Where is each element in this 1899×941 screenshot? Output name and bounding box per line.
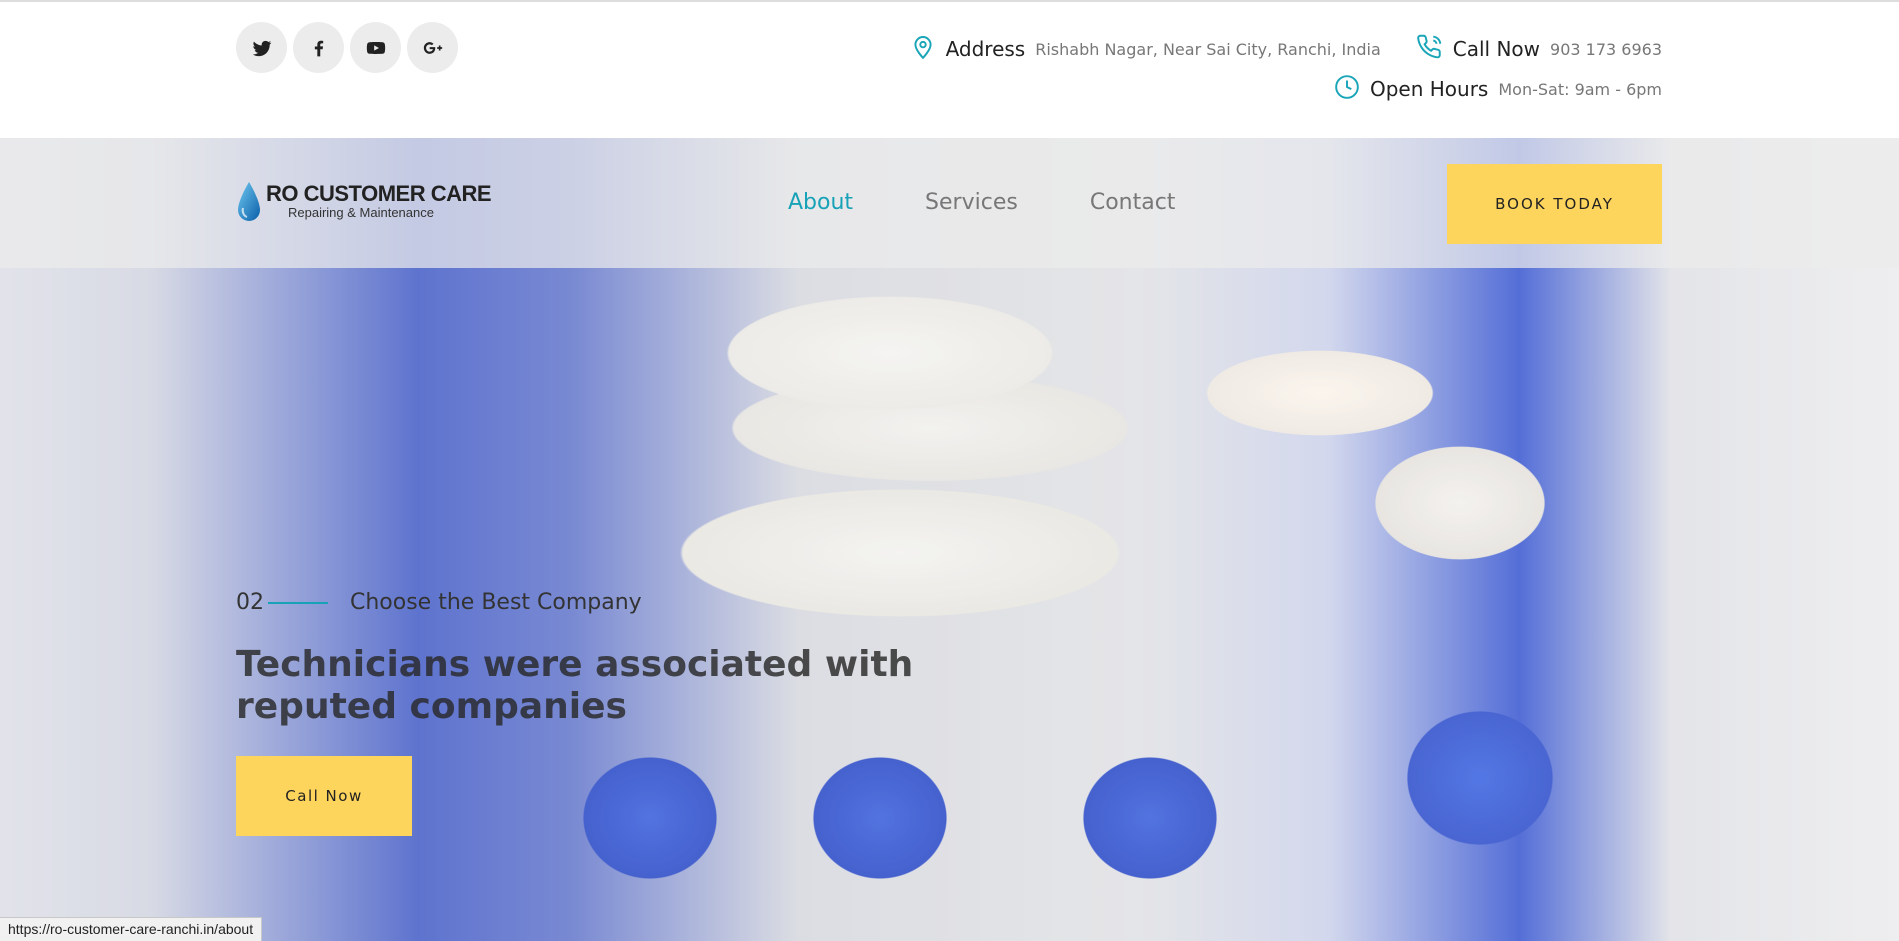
primary-nav: About Services Contact [788,190,1175,215]
twitter-link[interactable] [236,22,287,73]
social-links [236,22,458,73]
address-value: Rishabh Nagar, Near Sai City, Ranchi, In… [1035,39,1381,59]
nav-item-contact[interactable]: Contact [1090,190,1176,215]
facebook-link[interactable] [293,22,344,73]
slide-tagline: Choose the Best Company [350,590,642,615]
call-value: 903 173 6963 [1550,39,1662,59]
slide-counter: 02 Choose the Best Company [236,590,642,615]
browser-status-url: https://ro-customer-care-ranchi.in/about [0,917,263,941]
google-plus-link[interactable] [407,22,458,73]
hours-item: Open Hours Mon-Sat: 9am - 6pm [1334,74,1662,104]
call-now-button[interactable]: Call Now [236,756,412,836]
nav-item-services[interactable]: Services [925,190,1018,215]
phone-icon [1417,34,1443,64]
facebook-icon [314,40,323,56]
book-today-button[interactable]: BOOK TODAY [1447,164,1662,244]
hours-value: Mon-Sat: 9am - 6pm [1498,79,1662,99]
slide-number: 02 [236,590,264,615]
twitter-icon [252,40,271,56]
nav-item-about[interactable]: About [788,190,853,215]
logo-title: RO CUSTOMER CARE [266,181,492,206]
call-label: Call Now [1452,37,1541,61]
hero-slider: RO CUSTOMER CARE Repairing & Maintenance… [0,138,1899,941]
hero-headline: Technicians were associated with reputed… [236,644,914,727]
top-bar: Address Rishabh Nagar, Near Sai City, Ra… [0,0,1899,138]
hours-label: Open Hours [1369,77,1489,101]
map-pin-icon [910,34,936,64]
youtube-icon [366,41,385,54]
youtube-link[interactable] [350,22,401,73]
clock-icon [1334,74,1360,104]
slide-counter-line [268,601,328,604]
google-plus-icon [423,41,442,54]
contact-row-address-phone: Address Rishabh Nagar, Near Sai City, Ra… [910,34,1662,64]
address-label: Address [945,37,1026,61]
site-logo[interactable]: RO CUSTOMER CARE Repairing & Maintenance [236,180,492,224]
water-drop-icon [238,182,260,221]
contact-row-hours: Open Hours Mon-Sat: 9am - 6pm [1334,74,1662,104]
logo-subtitle: Repairing & Maintenance [288,205,434,220]
main-navbar: RO CUSTOMER CARE Repairing & Maintenance… [0,138,1899,268]
phone-item[interactable]: Call Now 903 173 6963 [1417,34,1662,64]
address-item: Address Rishabh Nagar, Near Sai City, Ra… [910,34,1381,64]
